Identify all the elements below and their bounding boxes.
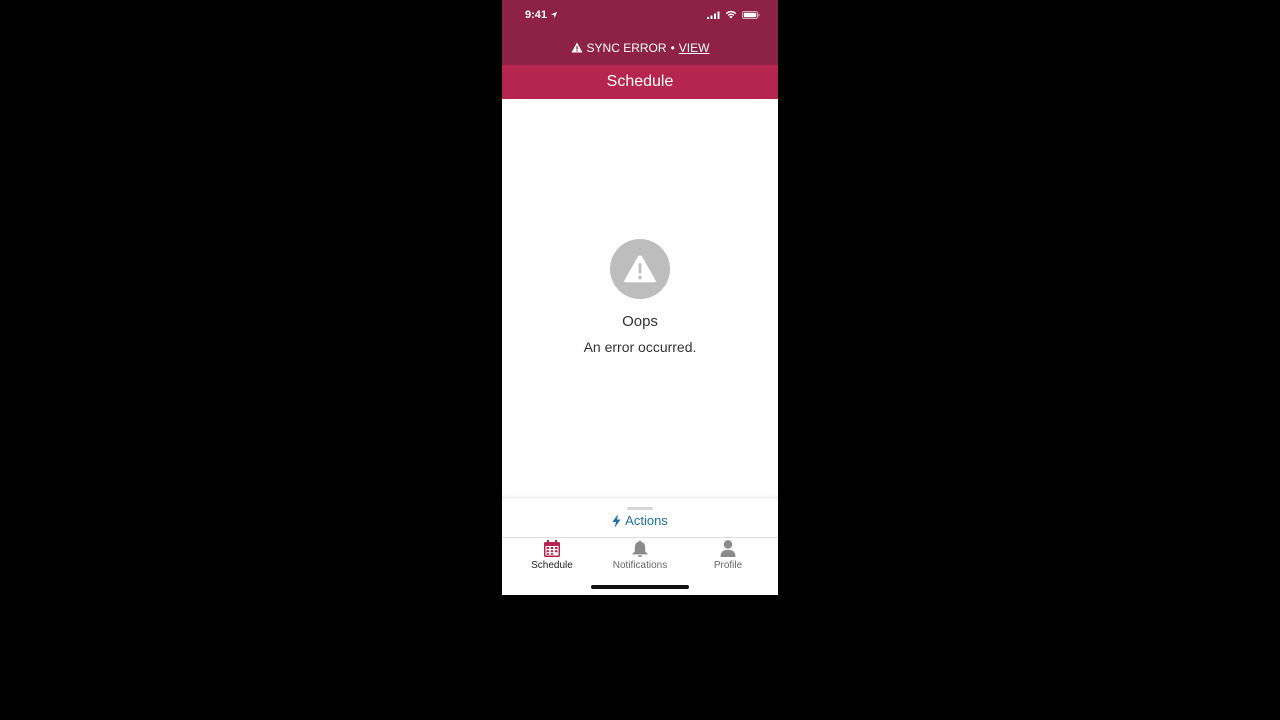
bell-icon bbox=[632, 540, 648, 557]
status-bar: 9:41 bbox=[502, 0, 778, 30]
error-message: An error occurred. bbox=[583, 339, 697, 355]
status-time-text: 9:41 bbox=[525, 9, 548, 21]
sync-error-text: SYNC ERROR bbox=[586, 40, 667, 55]
lightning-bolt-icon bbox=[612, 513, 621, 528]
actions-sheet: Actions bbox=[502, 497, 778, 538]
calendar-icon bbox=[544, 540, 560, 557]
tab-profile[interactable]: Profile bbox=[682, 540, 774, 576]
person-icon bbox=[720, 540, 736, 557]
home-indicator[interactable] bbox=[591, 585, 689, 589]
wifi-icon bbox=[725, 10, 737, 19]
tab-profile-label: Profile bbox=[713, 560, 743, 571]
tab-notifications-label: Notifications bbox=[612, 560, 668, 571]
error-title: Oops bbox=[622, 313, 658, 330]
page-title: Schedule bbox=[606, 73, 674, 90]
warning-triangle-icon bbox=[571, 42, 583, 53]
location-arrow-icon bbox=[550, 11, 558, 19]
status-time: 9:41 bbox=[525, 9, 558, 21]
error-warning-icon bbox=[610, 239, 670, 299]
tab-schedule[interactable]: Schedule bbox=[506, 540, 598, 576]
actions-label: Actions bbox=[625, 513, 668, 528]
page-header: Schedule bbox=[502, 65, 778, 99]
status-icons bbox=[707, 10, 760, 19]
tab-notifications[interactable]: Notifications bbox=[594, 540, 686, 576]
cellular-signal-icon bbox=[707, 11, 720, 19]
sync-error-separator: • bbox=[670, 40, 675, 55]
error-state: Oops An error occurred. bbox=[502, 99, 778, 497]
phone-screen: 9:41 SYNC ERROR • VIEW Schedule Oops An … bbox=[502, 0, 778, 595]
tab-schedule-label: Schedule bbox=[531, 560, 573, 571]
actions-button[interactable]: Actions bbox=[502, 513, 778, 528]
sheet-drag-handle[interactable] bbox=[627, 507, 653, 510]
battery-icon bbox=[742, 10, 760, 19]
warning-triangle-icon bbox=[624, 255, 656, 283]
sync-error-banner: SYNC ERROR • VIEW bbox=[502, 30, 778, 65]
view-sync-error-link[interactable]: VIEW bbox=[679, 41, 710, 55]
